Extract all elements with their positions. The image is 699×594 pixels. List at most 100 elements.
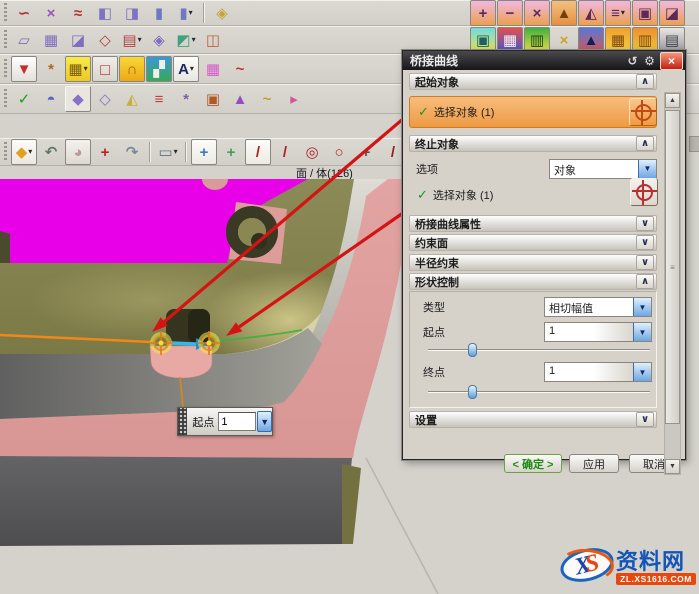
block-unite-icon[interactable]: +	[470, 0, 496, 26]
finish-flag-icon[interactable]: ✓	[11, 86, 37, 112]
sheet-mirror-icon[interactable]: ◨	[119, 0, 145, 26]
chevron-up-icon[interactable]: ∧	[636, 74, 654, 89]
chevron-down-icon[interactable]: ▼	[638, 160, 656, 178]
inbox-part-icon[interactable]: ◻	[92, 56, 118, 82]
hole-patch-pink[interactable]	[229, 202, 287, 264]
paint-region-icon[interactable]: ▞	[146, 56, 172, 82]
through-curves-icon[interactable]: ▦	[38, 27, 64, 53]
line-tool-alt-icon[interactable]: /	[272, 139, 298, 165]
section-settings[interactable]: 设置 ∨	[409, 411, 657, 428]
type-dropdown[interactable]: 相切幅值 ▼	[544, 297, 652, 317]
chevron-down-icon[interactable]: ∨	[636, 412, 654, 427]
reset-icon[interactable]: ↺	[624, 53, 641, 68]
start-slider[interactable]	[428, 343, 650, 357]
block-subtract-icon[interactable]: −	[497, 0, 523, 26]
dropdown-caret-icon[interactable]: ▾	[192, 36, 196, 44]
block-emboss-icon[interactable]: ▲	[551, 0, 577, 26]
model-notch[interactable]	[166, 309, 210, 343]
move-handle-alt-icon[interactable]: +	[218, 139, 244, 165]
hole-center-pin[interactable]	[251, 233, 267, 249]
swing-arrow-icon[interactable]: ↷	[119, 139, 145, 165]
clamp-tool-icon[interactable]: ▼	[11, 56, 37, 82]
bounded-plane-icon[interactable]: ◈	[146, 27, 172, 53]
plus-tool-icon[interactable]: +	[353, 139, 379, 165]
bridge-tab-face[interactable]	[150, 346, 212, 378]
marquee-select-icon[interactable]: ▭▾	[155, 139, 181, 165]
bridge-curve-arrow[interactable]	[171, 343, 196, 344]
dropdown-caret-icon[interactable]: ▾	[621, 9, 625, 17]
dropdown-caret-icon[interactable]: ▾	[28, 148, 32, 156]
rotate-ref-icon[interactable]: +	[92, 139, 118, 165]
gear-knob-icon[interactable]: *	[38, 56, 64, 82]
box-paint-icon[interactable]: ▣	[200, 86, 226, 112]
sketch-hat-icon[interactable]: ◓	[38, 86, 64, 112]
n-sided-surface-icon[interactable]: ◇	[92, 27, 118, 53]
move-handle-icon[interactable]: +	[191, 139, 217, 165]
section-end-object[interactable]: 终止对象 ∧	[409, 135, 657, 152]
slider-thumb[interactable]	[468, 385, 477, 399]
model-magenta-face[interactable]	[0, 179, 308, 263]
pattern-cylinder-icon[interactable]: ▮	[146, 0, 172, 26]
dropdown-caret-icon[interactable]: ▾	[189, 9, 193, 17]
start-point-handle[interactable]	[149, 331, 173, 355]
spinner-arrow-icon[interactable]: ▼	[257, 411, 272, 432]
line-tool-icon[interactable]: /	[245, 139, 271, 165]
ok-button[interactable]: < 确定 >	[504, 454, 562, 473]
end-select-button[interactable]	[630, 178, 658, 206]
model-base-slab[interactable]	[0, 456, 352, 546]
start-select-row[interactable]: ✓ 选择对象 (1)	[409, 96, 657, 128]
chevron-down-icon[interactable]: ∨	[636, 235, 654, 250]
model-olive-face[interactable]	[0, 179, 354, 354]
end-select-row[interactable]: ✓ 选择对象 (1)	[409, 182, 657, 208]
section-bridge-properties[interactable]: 桥接曲线属性 ∨	[409, 215, 657, 232]
curve-offset-icon[interactable]: ≈	[65, 0, 91, 26]
chevron-up-icon[interactable]: ∧	[636, 136, 654, 151]
block-trim-icon[interactable]: ▣	[632, 0, 658, 26]
slider-thumb[interactable]	[468, 343, 477, 357]
model-cavity-wall[interactable]	[0, 328, 322, 419]
yellow-key-icon[interactable]: ~	[254, 86, 280, 112]
scroll-down-icon[interactable]: ▼	[665, 459, 680, 474]
bridge-curve-icon[interactable]: ∽	[11, 0, 37, 26]
model-gray-band[interactable]	[268, 179, 388, 422]
gear-icon[interactable]: ⚙	[641, 53, 658, 68]
end-spin-field[interactable]: 1 ▼	[544, 362, 652, 382]
section-radius-constraint[interactable]: 半径约束 ∨	[409, 254, 657, 271]
pink-grid-icon[interactable]: ▦	[200, 56, 226, 82]
chevron-down-icon[interactable]: ▼	[633, 298, 651, 316]
toolbar-grip[interactable]	[4, 89, 7, 109]
eraser-icon[interactable]: ◭	[119, 86, 145, 112]
block-taper-icon[interactable]: ◭	[578, 0, 604, 26]
swept-surface-icon[interactable]: ◪	[65, 27, 91, 53]
undo-icon[interactable]: ↶	[38, 139, 64, 165]
curve-intersect-icon[interactable]: ×	[38, 0, 64, 26]
dropdown-caret-icon[interactable]: ▾	[174, 148, 178, 156]
dropdown-caret-icon[interactable]: ▾	[190, 65, 194, 73]
toolbar-grip[interactable]	[4, 3, 7, 23]
violet-wedge-icon[interactable]: ▲	[227, 86, 253, 112]
option-dropdown[interactable]: 对象 ▼	[549, 159, 657, 179]
note-list-icon[interactable]: ≡	[146, 86, 172, 112]
mesh-surface-icon[interactable]: ▤▾	[119, 27, 145, 53]
thicken-sheet-icon[interactable]: ◫	[200, 27, 226, 53]
hole-outer-ring[interactable]	[232, 212, 272, 252]
text-note-icon[interactable]: A▾	[173, 56, 199, 82]
start-spin-field[interactable]: 1 ▼	[544, 322, 652, 342]
toolbar-grip[interactable]	[4, 142, 7, 162]
start-edge-orange[interactable]	[0, 335, 151, 342]
profile-alt-icon[interactable]: ◇	[92, 86, 118, 112]
scrollbar-thumb[interactable]: ≡	[665, 110, 680, 424]
bell-mold-icon[interactable]: ∩	[119, 56, 145, 82]
dropdown-caret-icon[interactable]: ▾	[84, 65, 88, 73]
block-intersect-icon[interactable]: ×	[524, 0, 550, 26]
chevron-up-icon[interactable]: ∧	[636, 274, 654, 289]
display-mode-icon[interactable]: ◕	[65, 139, 91, 165]
dialog-scrollbar[interactable]: ▲ ≡ ▼	[664, 92, 681, 475]
block-copy-icon[interactable]: ◪	[659, 0, 685, 26]
start-value-input[interactable]	[218, 412, 256, 431]
start-select-button[interactable]	[629, 98, 657, 126]
section-start-object[interactable]: 起始对象 ∧	[409, 73, 657, 90]
section-constraint-face[interactable]: 约束面 ∨	[409, 234, 657, 251]
sheet-bend-icon[interactable]: ◧	[92, 0, 118, 26]
point-on-circle-icon[interactable]: ◎	[299, 139, 325, 165]
